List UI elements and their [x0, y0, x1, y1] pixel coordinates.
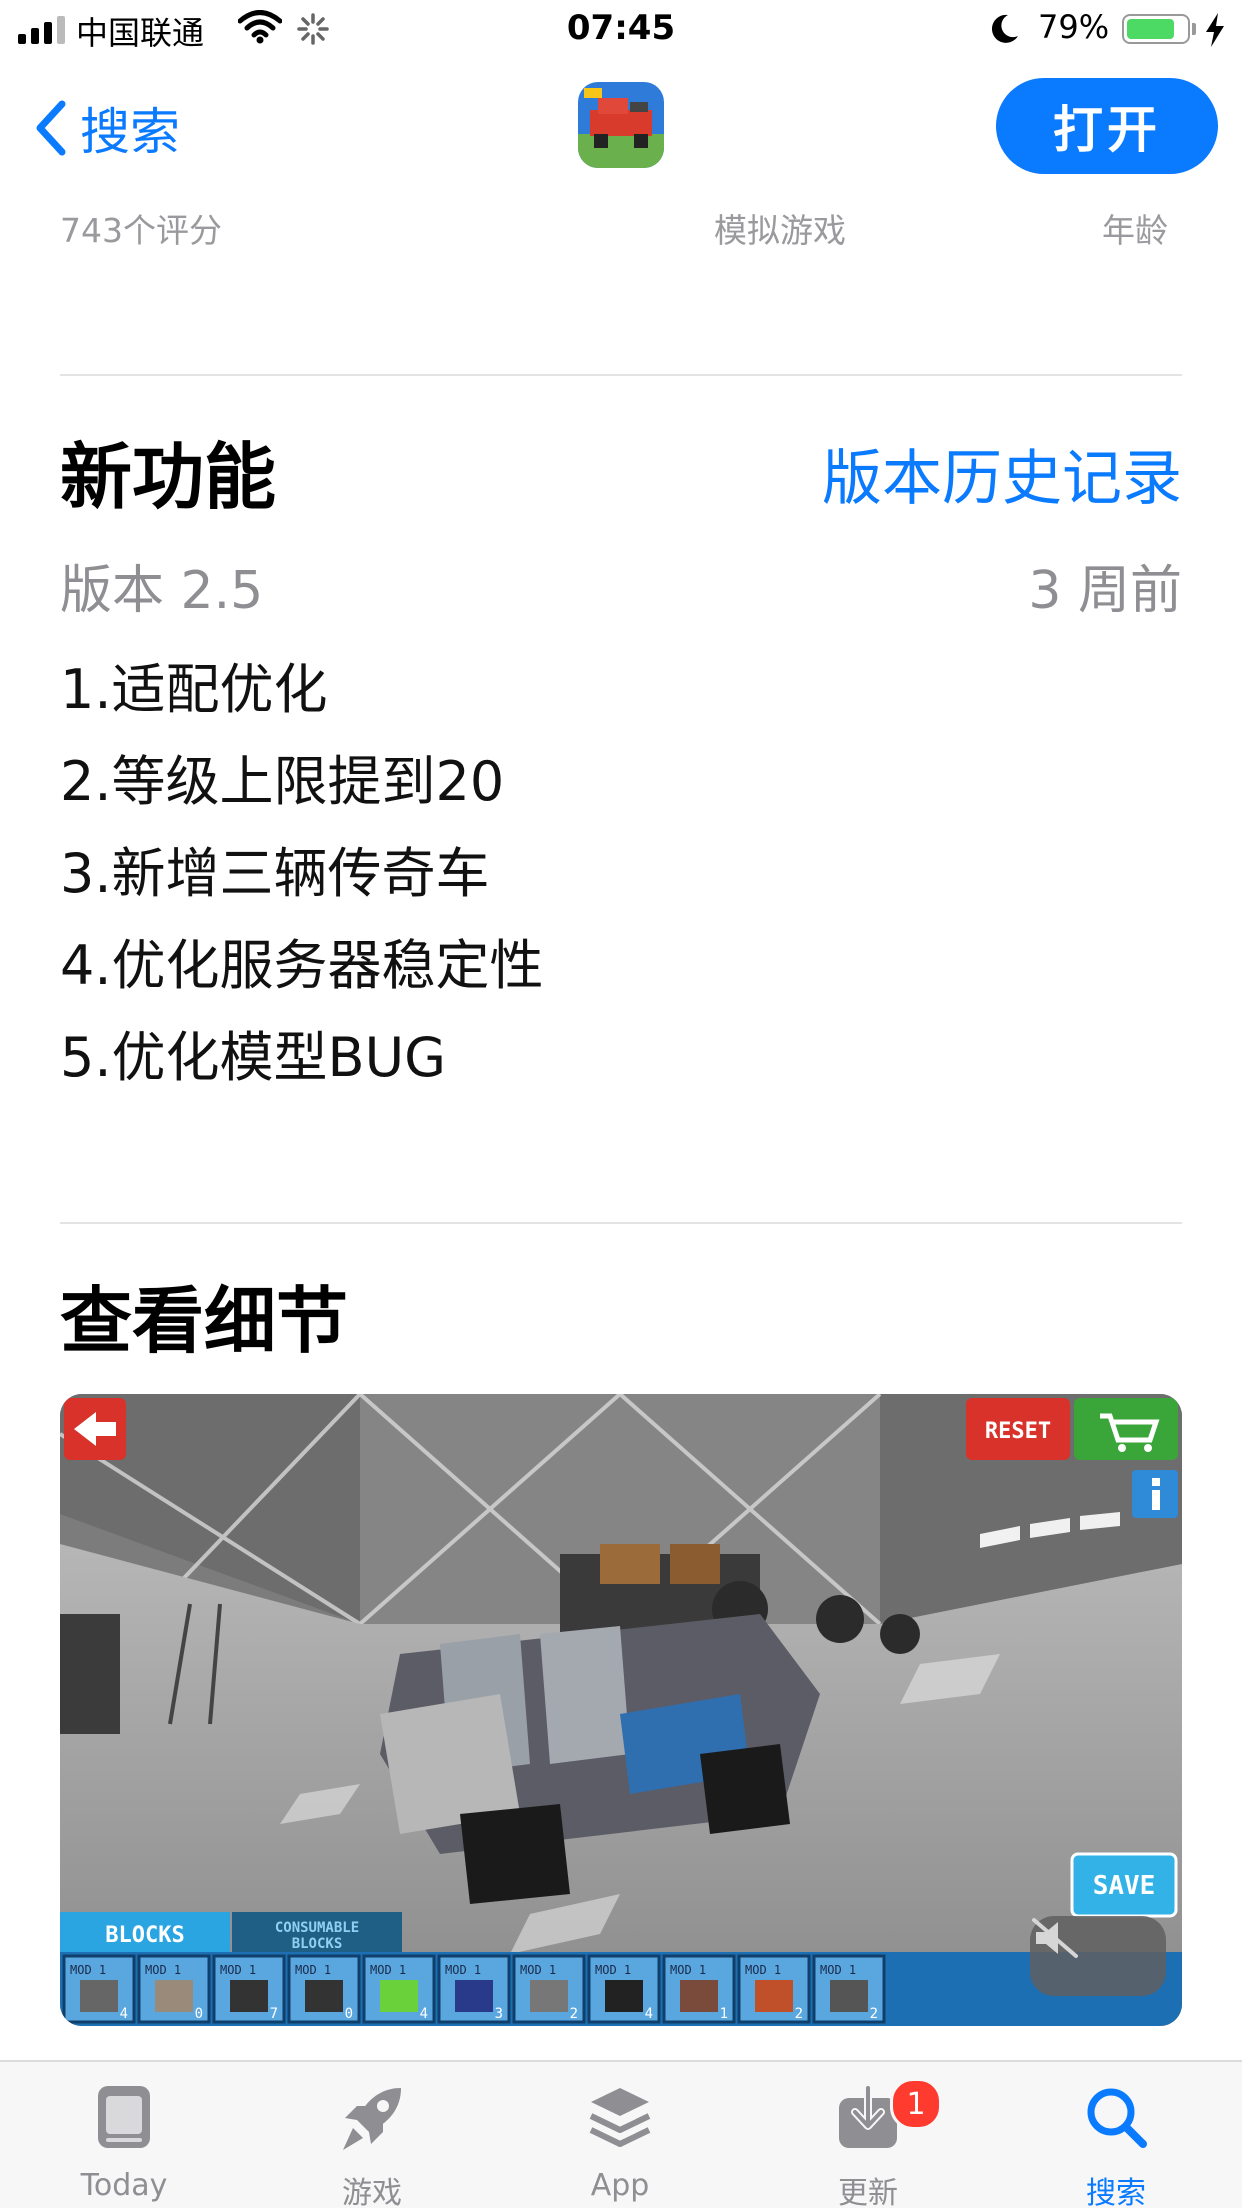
release-notes: 1.适配优化 2.等级上限提到20 3.新增三辆传奇车 4.优化服务器稳定性 5…: [60, 658, 544, 1118]
tab-today-label: Today: [80, 2168, 168, 2203]
release-note-item: 2.等级上限提到20: [60, 750, 505, 813]
open-button[interactable]: 打开: [996, 78, 1218, 174]
slot-mod-label: MOD 1: [595, 1963, 631, 1977]
chevron-left-icon: [36, 100, 66, 156]
inventory-slot: MOD 1 2: [812, 1954, 886, 2024]
details-title: 查看细节: [60, 1279, 349, 1363]
divider: [60, 374, 1182, 376]
tab-search-label: 搜索: [1086, 2176, 1146, 2211]
blocks-tab-label: BLOCKS: [105, 1923, 184, 1948]
release-note-item: 1.适配优化: [60, 658, 328, 721]
slot-mod-label: MOD 1: [220, 1963, 256, 1977]
slot-mod-label: MOD 1: [820, 1963, 856, 1977]
tab-updates[interactable]: 1 更新: [768, 2062, 968, 2211]
back-button[interactable]: 搜索: [36, 92, 180, 164]
status-bar: 中国联通 07:45 79%: [0, 0, 1242, 60]
tab-updates-label: 更新: [838, 2176, 898, 2211]
inventory-slot: MOD 1 3: [437, 1954, 511, 2024]
navigation-bar: 搜索 打开: [0, 64, 1242, 194]
charging-bolt-icon: [1206, 13, 1224, 47]
battery-cap: [1192, 23, 1196, 35]
slot-mod-label: MOD 1: [370, 1963, 406, 1977]
whats-new-title: 新功能: [60, 435, 277, 519]
do-not-disturb-moon-icon: [991, 14, 1018, 43]
battery-icon: [1122, 14, 1190, 44]
age-label: 年龄: [1102, 211, 1168, 250]
slot-count: 3: [495, 2006, 503, 2022]
release-note-item: 3.新增三辆传奇车: [60, 842, 490, 905]
battery-percent: 79%: [1038, 8, 1110, 46]
inventory-slot: MOD 1 0: [137, 1954, 211, 2024]
slot-mod-label: MOD 1: [70, 1963, 106, 1977]
tab-today[interactable]: Today: [24, 2062, 224, 2210]
slot-count: 0: [195, 2006, 203, 2022]
category-label: 模拟游戏: [714, 211, 846, 250]
divider: [60, 1222, 1182, 1224]
tab-apps[interactable]: App: [520, 2062, 720, 2210]
inventory-slot: MOD 1 2: [512, 1954, 586, 2024]
slot-count: 2: [570, 2006, 578, 2022]
tab-apps-label: App: [590, 2168, 650, 2203]
slot-count: 7: [270, 2006, 278, 2022]
consumable-tab-label: CONSUMABLE: [275, 1920, 359, 1936]
mute-button[interactable]: [1030, 1916, 1166, 1996]
slot-count: 4: [645, 2006, 653, 2022]
tab-search[interactable]: 搜索: [1016, 2062, 1216, 2211]
slot-count: 0: [345, 2006, 353, 2022]
release-time-ago: 3 周前: [1028, 561, 1182, 621]
tab-games-label: 游戏: [342, 2176, 402, 2211]
release-note-item: 5.优化模型BUG: [60, 1026, 446, 1089]
today-icon: [98, 2086, 150, 2148]
slot-mod-label: MOD 1: [445, 1963, 481, 1977]
slot-mod-label: MOD 1: [145, 1963, 181, 1977]
gameplay-screenshot[interactable]: MOD 1 4 MOD 1 0 MOD 1 7 MOD 1 0 MOD 1 4 MOD 1 3 MOD …: [60, 1394, 1182, 2026]
reset-button-label: RESET: [985, 1419, 1051, 1444]
layers-icon: [589, 2088, 651, 2147]
inventory-slot: MOD 1 4: [362, 1954, 436, 2024]
inventory-slot: MOD 1 0: [287, 1954, 361, 2024]
inventory-slot: MOD 1 2: [737, 1954, 811, 2024]
download-icon: [839, 2084, 897, 2148]
inventory-slot: MOD 1 4: [62, 1954, 136, 2024]
speaker-muted-icon: [1032, 1918, 1078, 1958]
release-note-item: 4.优化服务器稳定性: [60, 934, 544, 997]
ratings-count: 743个评分: [60, 211, 222, 250]
search-icon: [1087, 2088, 1147, 2148]
slot-count: 2: [870, 2006, 878, 2022]
version-number: 版本 2.5: [60, 561, 264, 621]
updates-badge: 1: [890, 2078, 942, 2130]
slot-count: 1: [720, 2006, 728, 2022]
inventory-slot: MOD 1 4: [587, 1954, 661, 2024]
back-button-label: 搜索: [80, 103, 180, 161]
tab-bar: Today 游戏 App 1 更新 搜索: [0, 2060, 1242, 2211]
slot-mod-label: MOD 1: [745, 1963, 781, 1977]
app-icon: [578, 82, 664, 168]
slot-count: 4: [420, 2006, 428, 2022]
save-button-label: SAVE: [1093, 1871, 1156, 1901]
slot-count: 2: [795, 2006, 803, 2022]
inventory-slot: MOD 1 1: [662, 1954, 736, 2024]
slot-mod-label: MOD 1: [295, 1963, 331, 1977]
version-history-link[interactable]: 版本历史记录: [822, 430, 1182, 517]
slot-count: 4: [120, 2006, 128, 2022]
slot-mod-label: MOD 1: [520, 1963, 556, 1977]
consumable-tab-label: BLOCKS: [292, 1936, 343, 1952]
inventory-slot: MOD 1 7: [212, 1954, 286, 2024]
slot-mod-label: MOD 1: [670, 1963, 706, 1977]
rocket-icon: [343, 2088, 401, 2150]
tab-games[interactable]: 游戏: [272, 2062, 472, 2211]
